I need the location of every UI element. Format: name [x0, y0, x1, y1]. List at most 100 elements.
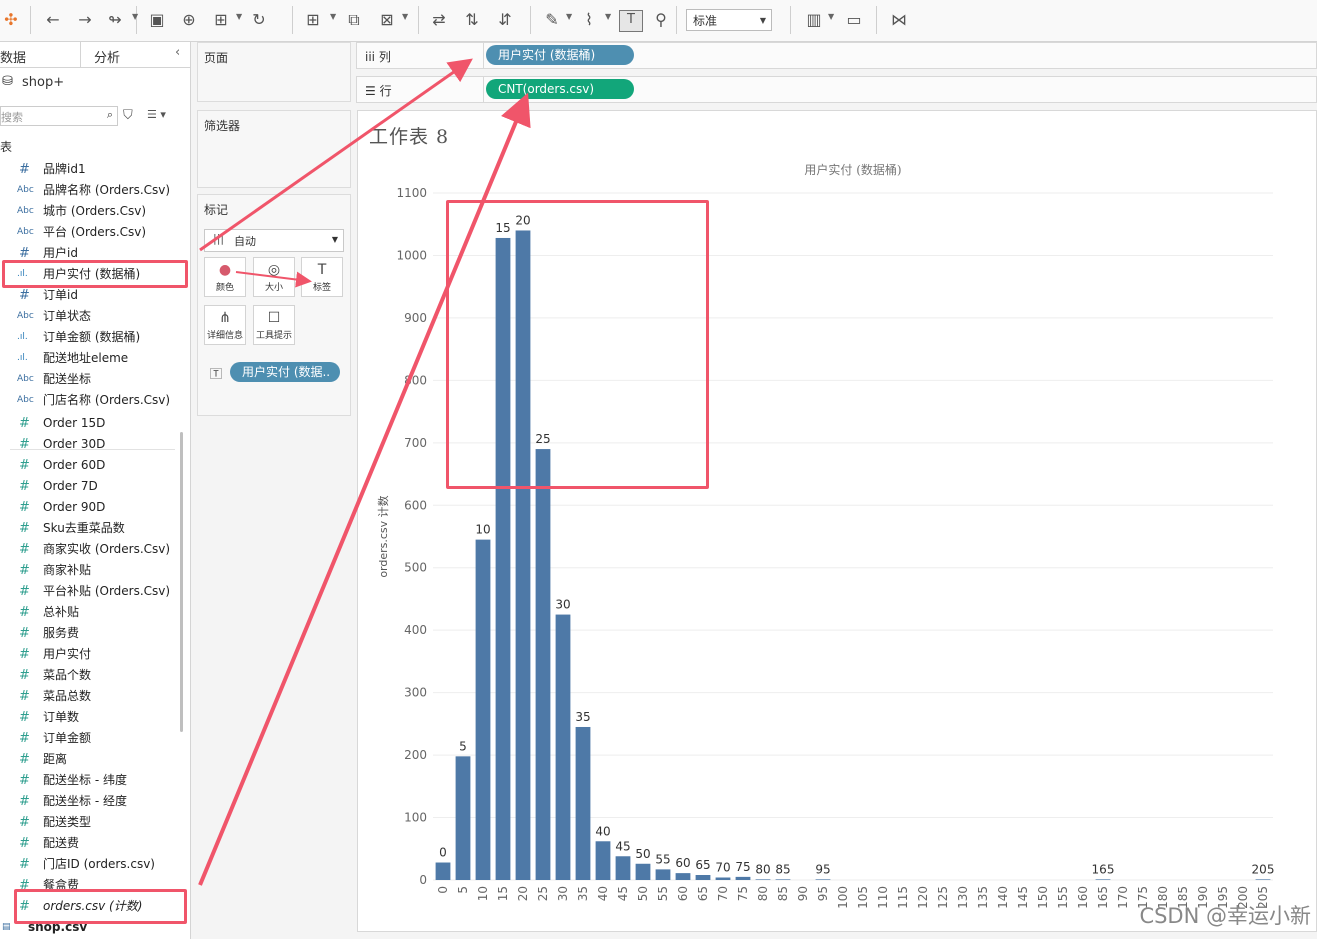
dropdown-caret-icon[interactable]: ▼ [330, 12, 336, 21]
data-label: 45 [615, 839, 630, 853]
x-tick-label: 115 [896, 886, 910, 909]
filter-icon[interactable]: ⛉ [123, 108, 133, 123]
presentation-icon[interactable]: ▭ [843, 10, 865, 30]
field-item[interactable]: # 配送坐标 - 纬度 [0, 770, 180, 791]
field-item[interactable]: # Sku去重菜品数 [0, 518, 180, 539]
field-item[interactable]: Abc 平台 (Orders.Csv) [0, 222, 180, 243]
new-sheet-icon[interactable]: ⊞ [302, 10, 324, 30]
field-item[interactable]: # 订单数 [0, 707, 180, 728]
field-item[interactable]: # 总补贴 [0, 602, 180, 623]
pages-card[interactable]: 页面 [197, 42, 351, 102]
mark-button-detail[interactable]: ⋔ 详细信息 [204, 305, 246, 345]
dropdown-caret-icon[interactable]: ▼ [566, 12, 572, 21]
field-item[interactable]: .ıl. 订单金额 (数据桶) [0, 327, 180, 348]
y-tick-label: 800 [404, 373, 427, 387]
field-item[interactable]: # 距离 [0, 749, 180, 770]
search-field[interactable]: 搜索 ⌕ [0, 106, 118, 126]
data-label: 85 [775, 862, 790, 876]
toolbar-separator [30, 6, 31, 34]
view-size-select[interactable]: 标准 ▼ [686, 9, 772, 31]
clear-sheet-icon[interactable]: ⊠ [376, 10, 398, 30]
field-item[interactable]: .ıl. 配送地址eleme [0, 348, 180, 369]
mark-button-color[interactable]: ● 颜色 [204, 257, 246, 297]
field-item[interactable]: # 商家实收 (Orders.Csv) [0, 539, 180, 560]
string-field-icon: Abc [17, 227, 34, 237]
sort-desc-icon[interactable]: ⇵ [494, 10, 516, 30]
tab-analysis[interactable]: 分析 [94, 47, 120, 66]
field-item[interactable]: # 配送类型 [0, 812, 180, 833]
field-item[interactable]: # 平台补贴 (Orders.Csv) [0, 581, 180, 602]
field-item[interactable]: # 用户实付 [0, 644, 180, 665]
show-me-icon[interactable]: ▥ [803, 10, 825, 30]
filters-card[interactable]: 筛选器 [197, 110, 351, 188]
field-item[interactable]: # Order 7D [0, 476, 180, 497]
label-pill[interactable]: 用户实付 (数据.. [230, 362, 340, 382]
field-item[interactable]: Abc 品牌名称 (Orders.Csv) [0, 180, 180, 201]
data-label: 80 [755, 862, 770, 876]
replay-icon[interactable]: ↬ [104, 10, 126, 30]
sort-asc-icon[interactable]: ⇅ [461, 10, 483, 30]
datasource-name[interactable]: shop+ [22, 75, 64, 90]
field-item[interactable]: # 配送费 [0, 833, 180, 854]
field-item[interactable]: # Order 15D [0, 413, 180, 434]
field-item[interactable]: # Order 90D [0, 497, 180, 518]
swap-axes-icon[interactable]: ⇄ [428, 10, 450, 30]
mark-button-tooltip[interactable]: ☐ 工具提示 [253, 305, 295, 345]
pin-icon[interactable]: ⚲ [650, 10, 672, 30]
field-item[interactable]: # 订单id [0, 285, 180, 306]
dropdown-caret-icon[interactable]: ▼ [605, 12, 611, 21]
field-item[interactable]: Abc 配送坐标 [0, 369, 180, 390]
mark-type-select[interactable]: ||| 自动 ▼ [204, 229, 344, 252]
columns-drop-area[interactable]: 用户实付 (数据桶) [483, 43, 1317, 68]
highlight-icon[interactable]: ✎ [541, 10, 563, 30]
tooltip-icon: ☐ [267, 310, 281, 326]
bar [575, 726, 591, 880]
field-label: 订单状态 [43, 309, 92, 323]
share-icon[interactable]: ⋈ [888, 10, 910, 30]
columns-pill[interactable]: 用户实付 (数据桶) [486, 45, 634, 65]
field-item[interactable]: # 菜品个数 [0, 665, 180, 686]
field-item[interactable]: # 配送坐标 - 经度 [0, 791, 180, 812]
undo-icon[interactable]: ← [42, 10, 64, 30]
y-tick-label: 200 [404, 748, 427, 762]
mark-button-label[interactable]: T 标签 [301, 257, 343, 297]
collapse-pane-icon[interactable]: ‹ [175, 45, 180, 60]
save-icon[interactable]: ▣ [146, 10, 168, 30]
tab-data[interactable]: 数据 [0, 47, 26, 66]
paste-datasource-icon[interactable]: ⊞ [210, 10, 232, 30]
field-item[interactable]: # Order 60D [0, 455, 180, 476]
field-item[interactable]: # 订单金额 [0, 728, 180, 749]
duplicate-sheet-icon[interactable]: ⧉ [343, 10, 365, 30]
rows-drop-area[interactable]: CNT(orders.csv) [483, 77, 1317, 102]
label-icon: T [317, 262, 327, 278]
field-label: 配送类型 [43, 815, 92, 829]
dropdown-caret-icon[interactable]: ▼ [402, 12, 408, 21]
show-labels-icon[interactable]: T [619, 10, 643, 32]
field-list-scrollbar[interactable] [180, 432, 183, 732]
redo-icon[interactable]: → [74, 10, 96, 30]
field-item[interactable]: Abc 订单状态 [0, 306, 180, 327]
mark-button-size[interactable]: ◎ 大小 [253, 257, 295, 297]
x-tick-label: 10 [476, 886, 490, 901]
field-label: 门店ID (orders.csv) [43, 857, 155, 871]
new-datasource-icon[interactable]: ⊕ [178, 10, 200, 30]
dropdown-caret-icon[interactable]: ▼ [236, 12, 242, 21]
dropdown-caret-icon[interactable]: ▼ [132, 12, 138, 21]
string-field-icon: Abc [17, 374, 34, 384]
field-item[interactable]: # 服务费 [0, 623, 180, 644]
field-label: 门店名称 (Orders.Csv) [43, 393, 171, 407]
tableau-logo-icon[interactable]: ✣ [0, 10, 22, 30]
field-item[interactable]: # 门店ID (orders.csv) [0, 854, 180, 875]
field-item[interactable]: # 商家补贴 [0, 560, 180, 581]
y-tick-label: 500 [404, 561, 427, 575]
refresh-icon[interactable]: ↻ [248, 10, 270, 30]
field-item[interactable]: Abc 门店名称 (Orders.Csv) [0, 390, 180, 411]
field-item[interactable]: Abc 城市 (Orders.Csv) [0, 201, 180, 222]
field-item[interactable]: # 品牌id1 [0, 159, 180, 180]
field-item[interactable]: # Order 30D [0, 434, 180, 455]
dropdown-caret-icon[interactable]: ▼ [828, 12, 834, 21]
view-options-icon[interactable]: ☰ ▾ [147, 108, 166, 121]
rows-pill[interactable]: CNT(orders.csv) [486, 79, 634, 99]
group-icon[interactable]: ⌇ [578, 10, 600, 30]
field-item[interactable]: # 菜品总数 [0, 686, 180, 707]
